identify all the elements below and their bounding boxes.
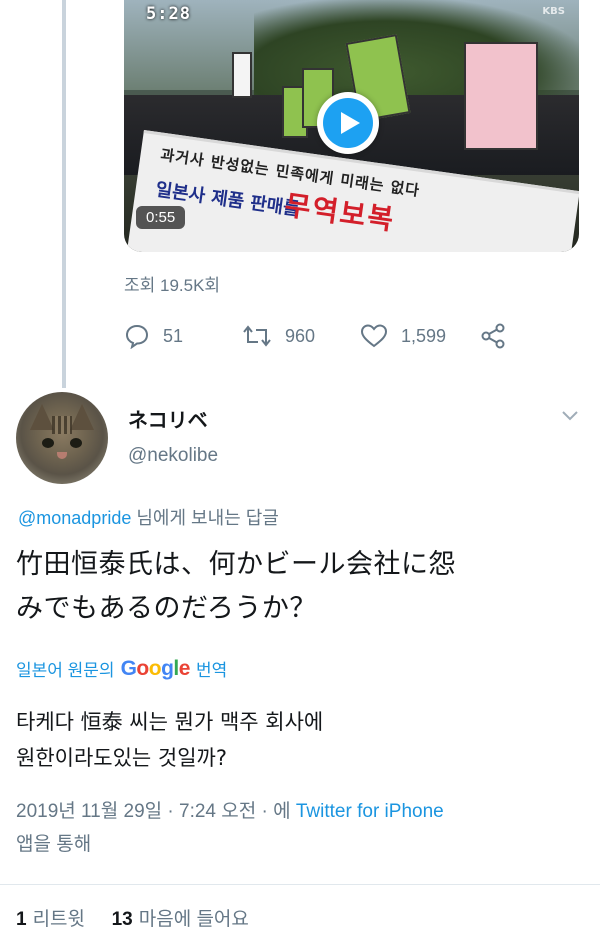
parent-tweet-actions: 51 960 1,599 [124, 323, 584, 357]
translated-text-line: 원한이라도있는 것일까? [16, 746, 228, 770]
tweet-timestamp[interactable]: 2019년 11월 29일 · 7:24 오전 · 에 [16, 801, 291, 822]
likes-stat[interactable]: 13 마음에 들어요 [112, 909, 249, 930]
play-button-circle [323, 98, 373, 148]
thread-connector-line [62, 0, 66, 388]
retweets-count: 1 [16, 909, 27, 930]
share-icon [481, 323, 505, 349]
like-button[interactable]: 1,599 [360, 323, 446, 349]
heart-icon [360, 324, 388, 348]
translate-prefix: 일본어 원문의 [16, 661, 115, 680]
avatar-cat-nose [57, 452, 67, 459]
tweet-source-suffix: 앱을 통해 [16, 834, 92, 855]
tweet-text-line: 竹田恒泰氏は、何かビール会社に怨 [16, 549, 456, 580]
reply-button[interactable]: 51 [124, 323, 183, 349]
tweet-text-line: みでもあるのだろうか？ [16, 593, 317, 624]
tweet-source-app[interactable]: Twitter for iPhone [296, 801, 444, 822]
avatar-cat-ear [30, 404, 54, 430]
retweets-label: 리트윗 [32, 909, 86, 930]
reply-to-suffix: 님에게 보내는 답글 [136, 508, 279, 528]
reply-to-line: @monadpride 님에게 보내는 답글 [18, 504, 279, 530]
video-duration: 0:55 [136, 206, 186, 229]
video-player[interactable]: 과거사 반성없는 민족에게 미래는 없다 일본사 제품 판매를 무역보복 5:2… [124, 0, 579, 252]
tweet-text: 竹田恒泰氏は、何かビール会社に怨 みでもあるのだろうか？ [16, 543, 586, 631]
divider [0, 884, 600, 885]
google-logo: Google [120, 656, 191, 680]
translated-text: 타케다 恒泰 씨는 뭔가 맥주 회사에 원한이라도있는 것일까? [16, 704, 586, 776]
translated-text-line: 타케다 恒泰 씨는 뭔가 맥주 회사에 [16, 710, 324, 734]
video-clock-overlay: 5:28 [146, 4, 191, 24]
avatar-cat-eye [42, 438, 54, 448]
retweets-stat[interactable]: 1 리트윗 [16, 909, 85, 930]
translation-link[interactable]: 일본어 원문의 Google 번역 [16, 656, 227, 681]
reply-count: 51 [163, 325, 184, 346]
protest-sign [232, 52, 252, 98]
translate-suffix: 번역 [195, 661, 228, 680]
retweet-button[interactable]: 960 [242, 323, 315, 349]
protest-sign [464, 42, 538, 150]
tweet-metadata: 2019년 11월 29일 · 7:24 오전 · 에 Twitter for … [16, 795, 586, 861]
retweet-count: 960 [285, 325, 316, 346]
view-count: 조회 19.5K회 [124, 276, 221, 295]
likes-count: 13 [111, 909, 133, 930]
share-button[interactable] [480, 323, 506, 349]
play-button[interactable] [317, 92, 379, 154]
avatar[interactable] [16, 392, 108, 484]
avatar-cat-ear [70, 404, 94, 430]
engagement-stats: 1 리트윗 13 마음에 들어요 [16, 904, 249, 931]
channel-logo: KBS [542, 6, 565, 17]
play-icon [341, 112, 360, 134]
reply-icon [125, 324, 149, 349]
more-options-button[interactable] [560, 408, 580, 427]
retweet-icon [243, 325, 271, 347]
chevron-down-icon [562, 411, 578, 421]
avatar-cat-stripes [52, 416, 72, 434]
avatar-cat-eye [70, 438, 82, 448]
reply-to-mention[interactable]: @monadpride [18, 508, 131, 528]
user-handle[interactable]: @nekolibe [128, 445, 218, 467]
likes-label: 마음에 들어요 [138, 909, 249, 930]
like-count: 1,599 [401, 325, 447, 346]
display-name[interactable]: ネコリベ [128, 404, 208, 433]
